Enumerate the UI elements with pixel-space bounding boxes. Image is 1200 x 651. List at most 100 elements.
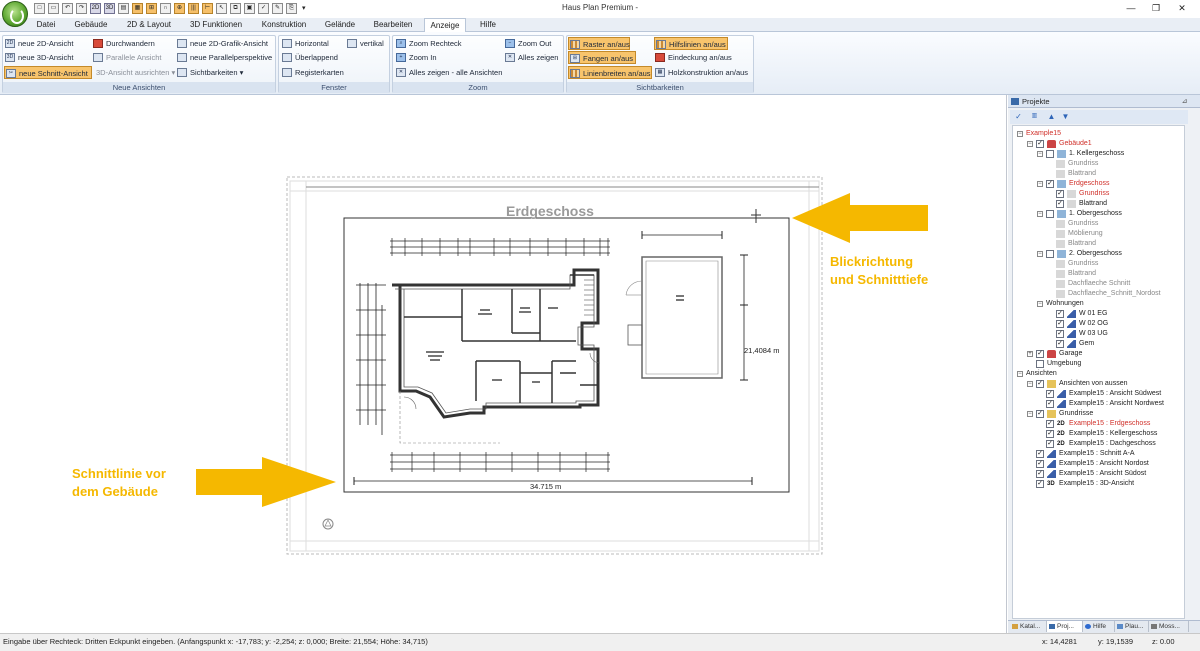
walkthrough-button[interactable]: Durchwandern <box>92 37 155 50</box>
tree-item[interactable]: − Wohnungen <box>1013 299 1184 309</box>
tree-item[interactable]: Blattrand <box>1013 169 1184 179</box>
visibility-checkbox[interactable]: ✓ <box>1046 430 1054 438</box>
visibility-checkbox[interactable] <box>1036 360 1044 368</box>
menu-datei[interactable]: Datei <box>30 18 62 32</box>
collapse-icon[interactable]: − <box>1017 131 1023 137</box>
tree-item[interactable]: ✓ 2D Example15 : Kellergeschoss <box>1013 429 1184 439</box>
chart-icon[interactable]: ▥ <box>1029 111 1040 122</box>
menu-3d-funktionen[interactable]: 3D Funktionen <box>182 18 250 32</box>
collapse-icon[interactable]: − <box>1037 251 1043 257</box>
tabs-button[interactable]: Registerkarten <box>281 66 344 79</box>
visibility-checkbox[interactable]: ✓ <box>1036 410 1044 418</box>
pin-icon[interactable]: ⊿ <box>1180 97 1189 106</box>
project-tree[interactable]: − Example15− ✓ Gebäude1−1. Kellergeschoss Gr… <box>1012 125 1185 619</box>
visibility-checkbox[interactable]: ✓ <box>1046 400 1054 408</box>
visibility-checkbox[interactable]: ✓ <box>1056 200 1064 208</box>
zoom-out-button[interactable]: − Zoom Out <box>504 37 551 50</box>
visibilities-dropdown[interactable]: Sichtbarkeiten ▾ <box>176 66 243 79</box>
tree-item[interactable]: ✓ Example15 : Ansicht Nordost <box>1013 459 1184 469</box>
menu-konstruktion[interactable]: Konstruktion <box>254 18 314 32</box>
maximize-button[interactable]: ❐ <box>1148 2 1164 14</box>
tree-item[interactable]: ✓ Grundriss <box>1013 189 1184 199</box>
new-3d-view-button[interactable]: 3D neue 3D-Ansicht <box>4 51 73 64</box>
visibility-checkbox[interactable]: ✓ <box>1056 330 1064 338</box>
tree-item[interactable]: Umgebung <box>1013 359 1184 369</box>
visibility-checkbox[interactable]: ✓ <box>1046 420 1054 428</box>
menu-anzeige[interactable]: Anzeige <box>424 18 466 33</box>
line-width-toggle-button[interactable]: Linienbreiten an/aus <box>568 66 652 79</box>
new-2d-graphic-view-button[interactable]: neue 2D-Grafik-Ansicht <box>176 37 268 50</box>
tree-item[interactable]: Blattrand <box>1013 269 1184 279</box>
show-all-views-button[interactable]: ✕ Alles zeigen - alle Ansichten <box>395 66 502 79</box>
tree-item[interactable]: − ✓ Grundrisse <box>1013 409 1184 419</box>
zoom-rectangle-button[interactable]: ⌕ Zoom Rechteck <box>395 37 462 50</box>
expand-icon[interactable]: + <box>1027 351 1033 357</box>
visibility-checkbox[interactable]: ✓ <box>1036 460 1044 468</box>
application-menu-button[interactable] <box>2 1 28 27</box>
check-icon[interactable]: ✓ <box>1013 111 1024 122</box>
new-2d-view-button[interactable]: 2D neue 2D-Ansicht <box>4 37 73 50</box>
tree-item[interactable]: − Example15 <box>1013 129 1184 139</box>
visibility-checkbox[interactable]: ✓ <box>1036 480 1044 488</box>
tree-item[interactable]: ✓ W 02 OG <box>1013 319 1184 329</box>
menu-bearbeiten[interactable]: Bearbeiten <box>366 18 420 32</box>
zoom-in-button[interactable]: + Zoom In <box>395 51 437 64</box>
collapse-icon[interactable]: − <box>1037 151 1043 157</box>
tree-item[interactable]: ✓ Example15 : Schnitt A-A <box>1013 449 1184 459</box>
visibility-checkbox[interactable] <box>1046 150 1054 158</box>
visibility-checkbox[interactable]: ✓ <box>1036 140 1044 148</box>
tab-plans[interactable]: Plau... <box>1115 621 1149 632</box>
tree-item[interactable]: ✓ W 01 EG <box>1013 309 1184 319</box>
tree-item[interactable]: ✓ 2D Example15 : Dachgeschoss <box>1013 439 1184 449</box>
collapse-icon[interactable]: − <box>1027 411 1033 417</box>
visibility-checkbox[interactable]: ✓ <box>1056 340 1064 348</box>
tree-item[interactable]: ✓ Example15 : Ansicht Südost <box>1013 469 1184 479</box>
tree-item[interactable]: − Ansichten <box>1013 369 1184 379</box>
tree-item[interactable]: Dachflaeche Schnitt <box>1013 279 1184 289</box>
roofing-toggle-button[interactable]: Eindeckung an/aus <box>654 51 732 64</box>
show-all-button[interactable]: ✕ Alles zeigen <box>504 51 558 64</box>
tree-item[interactable]: Grundriss <box>1013 259 1184 269</box>
tree-item[interactable]: − ✓ Erdgeschoss <box>1013 179 1184 189</box>
tree-item[interactable]: Möblierung <box>1013 229 1184 239</box>
tree-item[interactable]: ✓ Example15 : Ansicht Südwest <box>1013 389 1184 399</box>
collapse-icon[interactable]: − <box>1037 211 1043 217</box>
visibility-checkbox[interactable]: ✓ <box>1036 380 1044 388</box>
visibility-checkbox[interactable]: ✓ <box>1056 310 1064 318</box>
tab-catalog[interactable]: Katal... <box>1010 621 1047 632</box>
drawing-canvas[interactable]: Erdgeschoss 34.715 m 21,4084 m Blickrich… <box>0 95 1007 633</box>
tree-item[interactable]: ✓ Gem <box>1013 339 1184 349</box>
vertical-button[interactable]: vertikal <box>346 37 384 50</box>
visibility-checkbox[interactable]: ✓ <box>1036 450 1044 458</box>
tree-item[interactable]: ✓ 2D Example15 : Erdgeschoss <box>1013 419 1184 429</box>
move-down-icon[interactable]: ▼ <box>1060 111 1071 122</box>
tree-item[interactable]: − ✓ Ansichten von aussen <box>1013 379 1184 389</box>
visibility-checkbox[interactable]: ✓ <box>1046 440 1054 448</box>
tree-item[interactable]: ✓ W 03 UG <box>1013 329 1184 339</box>
visibility-checkbox[interactable] <box>1046 250 1054 258</box>
tree-item[interactable]: − 2. Obergeschoss <box>1013 249 1184 259</box>
tree-item[interactable]: + ✓ Garage <box>1013 349 1184 359</box>
horizontal-button[interactable]: Horizontal <box>281 37 329 50</box>
cascade-button[interactable]: Überlappend <box>281 51 338 64</box>
menu-hilfe[interactable]: Hilfe <box>470 18 506 32</box>
collapse-icon[interactable]: − <box>1027 141 1033 147</box>
tab-mass[interactable]: Moss... <box>1149 621 1189 632</box>
collapse-icon[interactable]: − <box>1037 301 1043 307</box>
visibility-checkbox[interactable]: ✓ <box>1056 190 1064 198</box>
menu-gebaeude[interactable]: Gebäude <box>66 18 116 32</box>
snap-toggle-button[interactable]: ⊞ Fangen an/aus <box>568 51 636 64</box>
collapse-icon[interactable]: − <box>1037 181 1043 187</box>
tab-help[interactable]: Hilfe <box>1083 621 1115 632</box>
guidelines-toggle-button[interactable]: Hilfslinien an/aus <box>654 37 728 50</box>
tree-item[interactable]: Grundriss <box>1013 219 1184 229</box>
visibility-checkbox[interactable]: ✓ <box>1036 470 1044 478</box>
visibility-checkbox[interactable] <box>1046 210 1054 218</box>
tree-item[interactable]: Dachflaeche_Schnitt_Nordost <box>1013 289 1184 299</box>
new-section-view-button[interactable]: ✂ neue Schnitt-Ansicht <box>4 66 92 79</box>
minimize-button[interactable]: — <box>1123 2 1139 14</box>
tree-item[interactable]: ✓ Example15 : Ansicht Nordwest <box>1013 399 1184 409</box>
tree-item[interactable]: Grundriss <box>1013 159 1184 169</box>
grid-toggle-button[interactable]: Raster an/aus <box>568 37 630 50</box>
close-button[interactable]: ✕ <box>1174 2 1190 14</box>
